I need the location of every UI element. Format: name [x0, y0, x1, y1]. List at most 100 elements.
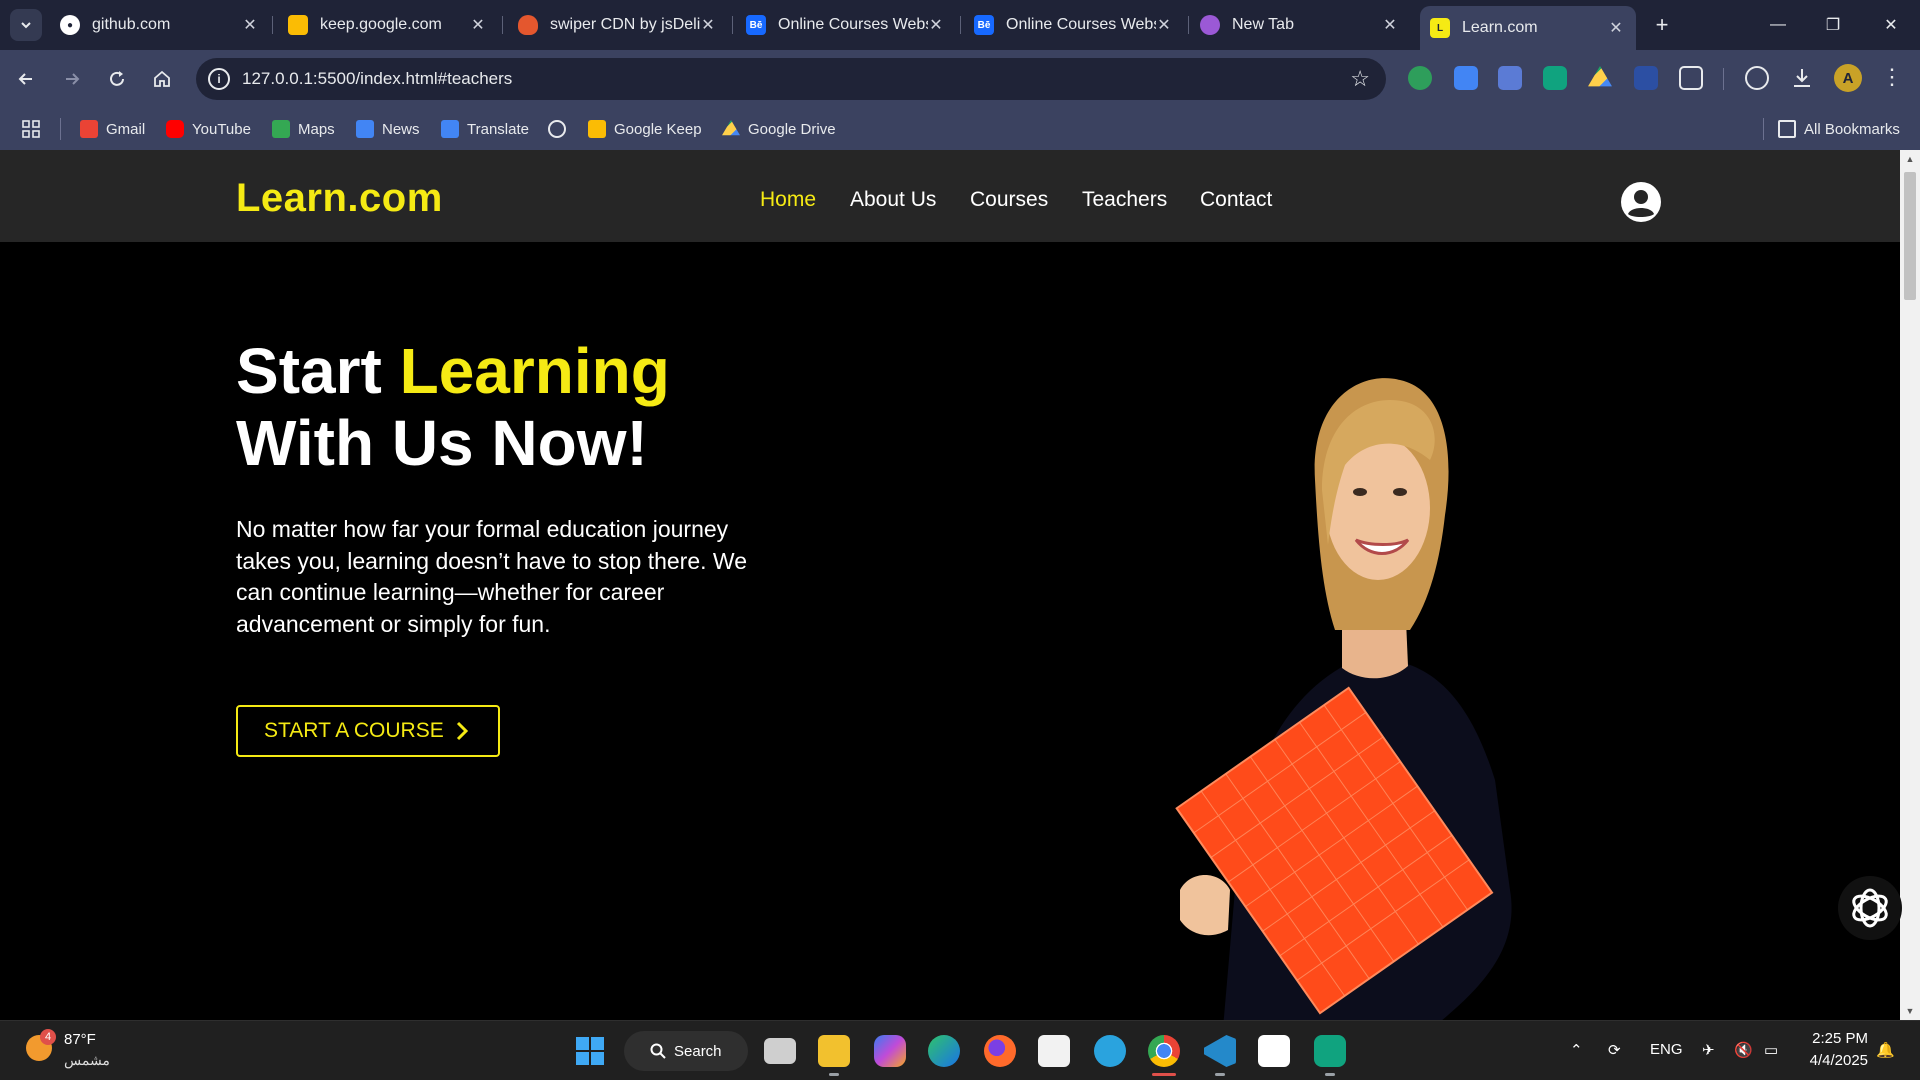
download-icon[interactable]	[1790, 66, 1814, 90]
bookmark-google-keep[interactable]: Google Keep	[588, 118, 702, 140]
sync-icon[interactable]: ⟳	[1608, 1041, 1621, 1059]
notification-bell-icon[interactable]: 🔔	[1876, 1041, 1895, 1059]
back-arrow-icon	[18, 73, 32, 85]
nav-link-about-us[interactable]: About Us	[850, 188, 936, 212]
tab-title: Online Courses Website	[778, 16, 928, 33]
tab-online-courses-2[interactable]: Bē Online Courses Website ✕	[974, 6, 1174, 44]
restore-button[interactable]: ❐	[1818, 12, 1848, 38]
profile-avatar[interactable]: A	[1834, 64, 1862, 92]
menu-dots-icon[interactable]: ⋮	[1880, 66, 1904, 90]
chatgpt-floating-button[interactable]	[1838, 876, 1902, 940]
extension-icon[interactable]	[1408, 66, 1432, 90]
performance-icon[interactable]	[1745, 66, 1769, 90]
close-icon[interactable]: ✕	[926, 15, 946, 35]
forward-button[interactable]	[58, 65, 86, 93]
start-button[interactable]	[574, 1035, 606, 1067]
info-icon[interactable]: i	[208, 68, 230, 90]
apps-grid-icon[interactable]	[22, 120, 40, 138]
weather-temperature[interactable]: 87°F	[64, 1031, 96, 1048]
tab-new-tab[interactable]: New Tab ✕	[1200, 6, 1400, 44]
clock-time[interactable]: 2:25 PM	[1808, 1030, 1868, 1047]
telegram-icon[interactable]	[1094, 1035, 1126, 1067]
bookmark-google-drive[interactable]: Google Drive	[722, 118, 836, 140]
close-window-button[interactable]: ✕	[1876, 12, 1906, 38]
scroll-down-icon[interactable]: ▼	[1905, 1006, 1915, 1016]
news-icon	[356, 120, 374, 138]
translate-extension-icon[interactable]	[1498, 66, 1522, 90]
extension-icon[interactable]	[1634, 66, 1658, 90]
language-indicator[interactable]: ENG	[1650, 1041, 1683, 1058]
site-logo[interactable]: Learn.com	[236, 176, 443, 221]
bookmark-globe[interactable]	[548, 118, 566, 140]
edge-icon[interactable]	[928, 1035, 960, 1067]
globe-icon	[548, 120, 566, 138]
close-icon[interactable]: ✕	[1380, 15, 1400, 35]
nav-link-contact[interactable]: Contact	[1200, 188, 1272, 212]
bookmark-youtube[interactable]: YouTube	[166, 118, 251, 140]
url-text[interactable]: 127.0.0.1:5500/index.html#teachers	[242, 69, 512, 89]
youtube-icon	[166, 120, 184, 138]
behance-icon: Bē	[974, 15, 994, 35]
back-button[interactable]	[12, 65, 40, 93]
file-explorer-icon[interactable]	[818, 1035, 850, 1067]
minimize-button[interactable]: —	[1763, 12, 1793, 38]
tray-chevron-up-icon[interactable]: ⌃	[1570, 1041, 1583, 1059]
google-drive-icon[interactable]	[1588, 66, 1612, 87]
close-icon[interactable]: ✕	[240, 15, 260, 35]
microsoft-store-icon[interactable]	[1038, 1035, 1070, 1067]
google-translate-icon[interactable]	[1454, 66, 1478, 90]
puzzle-extensions-icon[interactable]	[1679, 66, 1703, 90]
tab-swiper[interactable]: swiper CDN by jsDelivr ✕	[518, 6, 718, 44]
bookmark-star-icon[interactable]: ☆	[1350, 66, 1370, 92]
tab-learn-com[interactable]: L Learn.com ✕	[1420, 6, 1636, 50]
bookmark-gmail[interactable]: Gmail	[80, 118, 145, 140]
tab-keep[interactable]: keep.google.com ✕	[288, 6, 488, 44]
page-scrollbar[interactable]: ▲ ▼	[1900, 150, 1920, 1020]
copilot-icon[interactable]	[874, 1035, 906, 1067]
vscode-icon[interactable]	[1204, 1035, 1236, 1067]
browser-toolbar: i 127.0.0.1:5500/index.html#teachers ☆ A…	[0, 50, 1920, 108]
bookmark-news[interactable]: News	[356, 118, 420, 140]
taskbar-search[interactable]: Search	[624, 1031, 748, 1071]
address-bar[interactable]: i 127.0.0.1:5500/index.html#teachers ☆	[196, 58, 1386, 100]
chatgpt-extension-icon[interactable]	[1543, 66, 1567, 90]
taskbar-search-label: Search	[674, 1042, 722, 1060]
home-button[interactable]	[148, 65, 176, 93]
user-account-icon[interactable]	[1621, 182, 1661, 222]
all-bookmarks-button[interactable]: All Bookmarks	[1778, 118, 1900, 140]
scrollbar-thumb[interactable]	[1904, 172, 1916, 300]
search-icon	[650, 1043, 666, 1059]
chrome-icon[interactable]	[1148, 1035, 1180, 1067]
firefox-icon[interactable]	[984, 1035, 1016, 1067]
new-tab-icon	[1200, 15, 1220, 35]
start-course-button[interactable]: START A COURSE	[236, 705, 500, 757]
close-icon[interactable]: ✕	[468, 15, 488, 35]
google-keep-icon	[588, 120, 606, 138]
bookmark-maps[interactable]: Maps	[272, 118, 335, 140]
tab-search-button[interactable]	[10, 9, 42, 41]
nav-link-home[interactable]: Home	[760, 188, 816, 212]
chatgpt-app-icon[interactable]	[1314, 1035, 1346, 1067]
screen: ● github.com ✕ keep.google.com ✕ swiper …	[0, 0, 1920, 1080]
reload-button[interactable]	[103, 65, 131, 93]
weather-description[interactable]: مشمس	[64, 1052, 110, 1069]
volume-muted-icon[interactable]: 🔇	[1734, 1041, 1753, 1059]
notion-icon[interactable]	[1258, 1035, 1290, 1067]
tab-online-courses-1[interactable]: Bē Online Courses Website ✕	[746, 6, 946, 44]
reload-icon	[110, 71, 124, 86]
nav-link-teachers[interactable]: Teachers	[1082, 188, 1167, 212]
new-tab-button[interactable]: +	[1650, 12, 1674, 37]
airplane-mode-icon[interactable]: ✈	[1702, 1041, 1715, 1059]
translate-icon	[441, 120, 459, 138]
nav-link-courses[interactable]: Courses	[970, 188, 1048, 212]
battery-icon[interactable]: ▭	[1764, 1041, 1778, 1059]
close-icon[interactable]: ✕	[1606, 18, 1626, 38]
bookmark-translate[interactable]: Translate	[441, 118, 529, 140]
close-icon[interactable]: ✕	[698, 15, 718, 35]
tab-title: github.com	[92, 16, 171, 33]
task-view-icon[interactable]	[764, 1038, 796, 1064]
scroll-up-icon[interactable]: ▲	[1905, 154, 1915, 164]
tab-github[interactable]: ● github.com ✕	[60, 6, 260, 44]
close-icon[interactable]: ✕	[1154, 15, 1174, 35]
clock-date[interactable]: 4/4/2025	[1800, 1052, 1868, 1069]
